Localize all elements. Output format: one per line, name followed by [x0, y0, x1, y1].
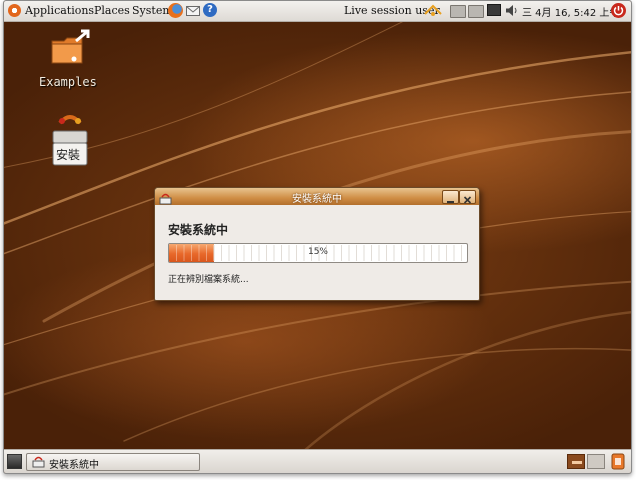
volume-icon[interactable]	[505, 4, 519, 17]
mail-icon[interactable]	[186, 4, 200, 17]
printer-icon[interactable]	[450, 5, 466, 18]
close-button[interactable]	[459, 190, 476, 204]
top-panel: Applications Places System ? Live sessio…	[4, 1, 631, 22]
desktop-icon-label: Examples	[39, 75, 97, 89]
menu-places[interactable]: Places	[94, 4, 130, 17]
folder-link-icon	[50, 29, 92, 67]
network-manager-icon[interactable]	[424, 4, 442, 17]
firefox-icon[interactable]	[168, 3, 183, 18]
monitor-icon[interactable]	[487, 4, 501, 16]
taskbar-button-label: 安裝系統中	[49, 460, 99, 471]
dialog-heading: 安裝系統中	[168, 223, 229, 237]
dialog-titlebar[interactable]: 安裝系統中	[155, 188, 479, 205]
workspace-2[interactable]	[587, 454, 605, 469]
printer-icon-2[interactable]	[468, 5, 484, 18]
bottom-panel: 安裝系統中	[4, 449, 631, 473]
workspace-1[interactable]	[567, 454, 585, 469]
desktop-icon-examples[interactable]: Examples	[34, 27, 106, 93]
clock[interactable]: 三 4月 16, 5:42 上午	[522, 4, 619, 19]
menu-system[interactable]: System	[132, 4, 173, 17]
app-icon	[32, 456, 45, 468]
status-text: 正在辨別檔案系統...	[168, 275, 249, 285]
desktop-icon-label: 安裝	[56, 148, 81, 162]
progress-bar: 15%	[168, 243, 468, 263]
dialog-title: 安裝系統中	[292, 194, 342, 205]
workspace-switcher[interactable]	[567, 454, 605, 469]
minimize-button[interactable]	[442, 190, 459, 204]
ubuntu-logo-icon[interactable]	[8, 4, 21, 17]
trash-icon[interactable]	[610, 453, 626, 470]
show-desktop-icon[interactable]	[7, 454, 22, 469]
progress-percent: 15%	[307, 247, 328, 257]
desktop-icon-install[interactable]: 安裝	[34, 111, 106, 171]
menu-applications[interactable]: Applications	[25, 4, 94, 17]
screen: Applications Places System ? Live sessio…	[3, 0, 632, 474]
power-icon[interactable]	[611, 3, 626, 18]
help-icon[interactable]: ?	[203, 3, 217, 17]
taskbar-button-installer[interactable]: 安裝系統中	[26, 453, 200, 471]
install-dialog: 安裝系統中 安裝系統中 15% 正在辨別檔案系統...	[154, 187, 480, 301]
